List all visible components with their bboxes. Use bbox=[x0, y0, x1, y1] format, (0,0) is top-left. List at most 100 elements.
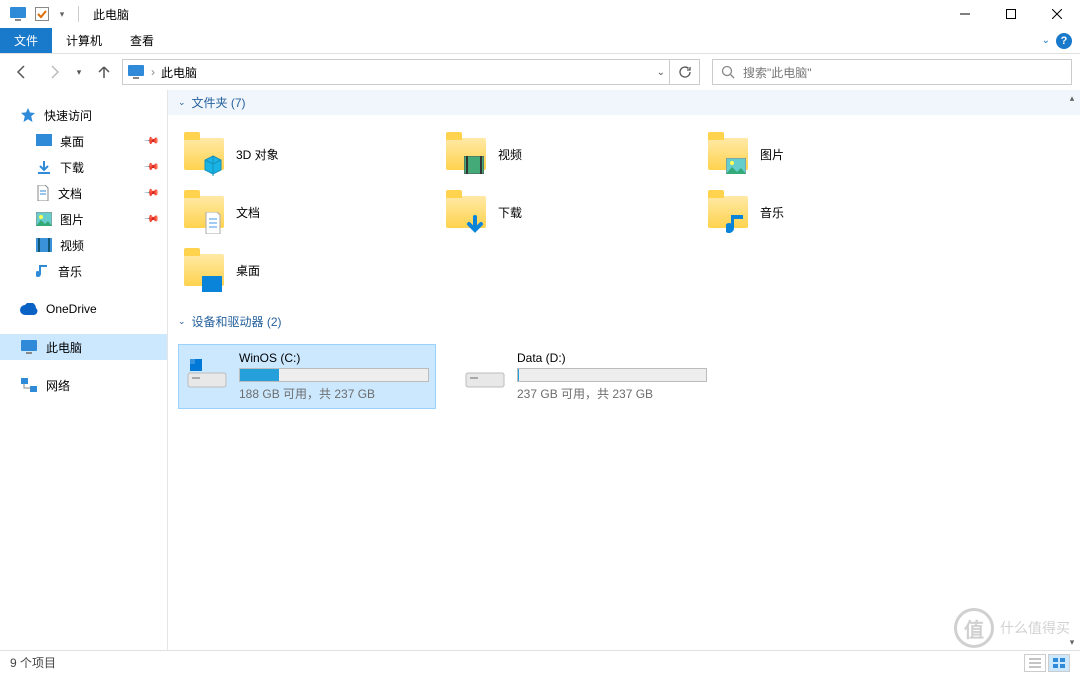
scrollbar[interactable]: ▴ ▾ bbox=[1064, 90, 1080, 650]
folder-videos[interactable]: 视频 bbox=[440, 125, 702, 183]
drive-usage-bar bbox=[517, 368, 707, 382]
tab-view[interactable]: 查看 bbox=[116, 28, 168, 53]
folder-icon bbox=[182, 132, 226, 176]
drive-d[interactable]: Data (D:) 237 GB 可用，共 237 GB bbox=[456, 344, 714, 409]
picture-icon bbox=[36, 212, 52, 226]
folder-3d-objects[interactable]: 3D 对象 bbox=[178, 125, 440, 183]
tab-file[interactable]: 文件 bbox=[0, 28, 52, 53]
quick-access-toolbar: ▾ 此电脑 bbox=[0, 4, 129, 24]
sidebar-item-pictures[interactable]: 图片 📌 bbox=[0, 206, 167, 232]
forward-button[interactable] bbox=[40, 58, 68, 86]
drive-icon bbox=[463, 351, 507, 395]
sidebar-item-label: 桌面 bbox=[60, 133, 84, 150]
search-placeholder: 搜索"此电脑" bbox=[743, 64, 812, 81]
sidebar-label: 网络 bbox=[46, 377, 70, 394]
address-separator: › bbox=[151, 65, 155, 79]
sidebar-item-videos[interactable]: 视频 bbox=[0, 232, 167, 258]
group-header-drives[interactable]: ⌄ 设备和驱动器 (2) bbox=[168, 309, 1080, 334]
address-dropdown-icon[interactable]: ⌄ bbox=[657, 67, 665, 78]
help-icon[interactable]: ? bbox=[1056, 33, 1072, 49]
view-icons-button[interactable] bbox=[1048, 654, 1070, 672]
sidebar-quick-access[interactable]: 快速访问 bbox=[0, 102, 167, 128]
sidebar-onedrive[interactable]: OneDrive bbox=[0, 296, 167, 322]
sidebar-this-pc[interactable]: 此电脑 bbox=[0, 334, 167, 360]
group-header-folders[interactable]: ⌄ 文件夹 (7) bbox=[168, 90, 1080, 115]
folder-icon bbox=[444, 132, 488, 176]
navigation-bar: ▾ › 此电脑 ⌄ 搜索"此电脑" bbox=[0, 54, 1080, 90]
maximize-button[interactable] bbox=[988, 0, 1034, 28]
watermark: 值 什么值得买 bbox=[954, 608, 1070, 648]
pin-icon: 📌 bbox=[142, 159, 159, 176]
back-button[interactable] bbox=[8, 58, 36, 86]
window-title: 此电脑 bbox=[93, 6, 129, 23]
folder-icon bbox=[182, 190, 226, 234]
drive-icon bbox=[185, 351, 229, 395]
body: 快速访问 桌面 📌 下载 📌 文档 📌 图片 📌 视频 音乐 bbox=[0, 90, 1080, 650]
group-title: 设备和驱动器 (2) bbox=[192, 313, 282, 330]
minimize-button[interactable] bbox=[942, 0, 988, 28]
network-icon bbox=[20, 377, 38, 393]
sidebar-item-music[interactable]: 音乐 bbox=[0, 258, 167, 284]
sidebar-label: 此电脑 bbox=[46, 339, 82, 356]
qat-checkbox-icon[interactable] bbox=[32, 4, 52, 24]
chevron-down-icon: ⌄ bbox=[178, 97, 186, 108]
folder-label: 图片 bbox=[760, 146, 784, 163]
folder-downloads[interactable]: 下载 bbox=[440, 183, 702, 241]
view-details-button[interactable] bbox=[1024, 654, 1046, 672]
close-button[interactable] bbox=[1034, 0, 1080, 28]
folder-label: 桌面 bbox=[236, 262, 260, 279]
sidebar: 快速访问 桌面 📌 下载 📌 文档 📌 图片 📌 视频 音乐 bbox=[0, 90, 168, 650]
tab-computer[interactable]: 计算机 bbox=[52, 28, 116, 53]
window-controls bbox=[942, 0, 1080, 28]
folder-label: 下载 bbox=[498, 204, 522, 221]
drive-sublabel: 188 GB 可用，共 237 GB bbox=[239, 385, 429, 402]
drive-sublabel: 237 GB 可用，共 237 GB bbox=[517, 385, 707, 402]
star-icon bbox=[20, 107, 36, 123]
sidebar-item-documents[interactable]: 文档 📌 bbox=[0, 180, 167, 206]
qat-dropdown-icon[interactable]: ▾ bbox=[56, 4, 68, 24]
this-pc-icon bbox=[127, 64, 145, 80]
sidebar-item-label: 音乐 bbox=[58, 263, 82, 280]
search-box[interactable]: 搜索"此电脑" bbox=[712, 59, 1072, 85]
ribbon-tabs: 文件 计算机 查看 ⌄ ? bbox=[0, 28, 1080, 54]
folder-icon bbox=[444, 190, 488, 234]
sidebar-item-downloads[interactable]: 下载 📌 bbox=[0, 154, 167, 180]
folder-documents[interactable]: 文档 bbox=[178, 183, 440, 241]
title-bar: ▾ 此电脑 bbox=[0, 0, 1080, 28]
watermark-text: 什么值得买 bbox=[1000, 618, 1070, 638]
group-title: 文件夹 (7) bbox=[192, 94, 246, 111]
sidebar-item-label: 下载 bbox=[60, 159, 84, 176]
ribbon-collapse-icon[interactable]: ⌄ bbox=[1042, 35, 1050, 46]
scroll-up-icon[interactable]: ▴ bbox=[1064, 90, 1080, 106]
sidebar-item-label: 视频 bbox=[60, 237, 84, 254]
video-icon bbox=[36, 238, 52, 252]
search-icon bbox=[721, 65, 735, 79]
download-icon bbox=[36, 159, 52, 175]
sidebar-network[interactable]: 网络 bbox=[0, 372, 167, 398]
folder-icon bbox=[706, 190, 750, 234]
sidebar-item-label: 图片 bbox=[60, 211, 84, 228]
up-button[interactable] bbox=[90, 58, 118, 86]
folder-label: 文档 bbox=[236, 204, 260, 221]
drive-c[interactable]: WinOS (C:) 188 GB 可用，共 237 GB bbox=[178, 344, 436, 409]
refresh-button[interactable] bbox=[670, 59, 700, 85]
this-pc-icon[interactable] bbox=[8, 4, 28, 24]
folder-pictures[interactable]: 图片 bbox=[702, 125, 964, 183]
music-icon bbox=[36, 263, 50, 279]
sidebar-item-desktop[interactable]: 桌面 📌 bbox=[0, 128, 167, 154]
this-pc-icon bbox=[20, 339, 38, 355]
folder-icon bbox=[706, 132, 750, 176]
address-text[interactable]: 此电脑 bbox=[161, 64, 197, 81]
document-icon bbox=[36, 185, 50, 201]
folder-desktop[interactable]: 桌面 bbox=[178, 241, 440, 299]
recent-dropdown[interactable]: ▾ bbox=[72, 58, 86, 86]
address-bar[interactable]: › 此电脑 ⌄ bbox=[122, 59, 670, 85]
sidebar-label: 快速访问 bbox=[44, 107, 92, 124]
folder-label: 3D 对象 bbox=[236, 146, 279, 163]
pin-icon: 📌 bbox=[142, 185, 159, 202]
folder-music[interactable]: 音乐 bbox=[702, 183, 964, 241]
sidebar-label: OneDrive bbox=[46, 302, 97, 316]
chevron-down-icon: ⌄ bbox=[178, 316, 186, 327]
desktop-icon bbox=[36, 134, 52, 148]
pin-icon: 📌 bbox=[142, 211, 159, 228]
